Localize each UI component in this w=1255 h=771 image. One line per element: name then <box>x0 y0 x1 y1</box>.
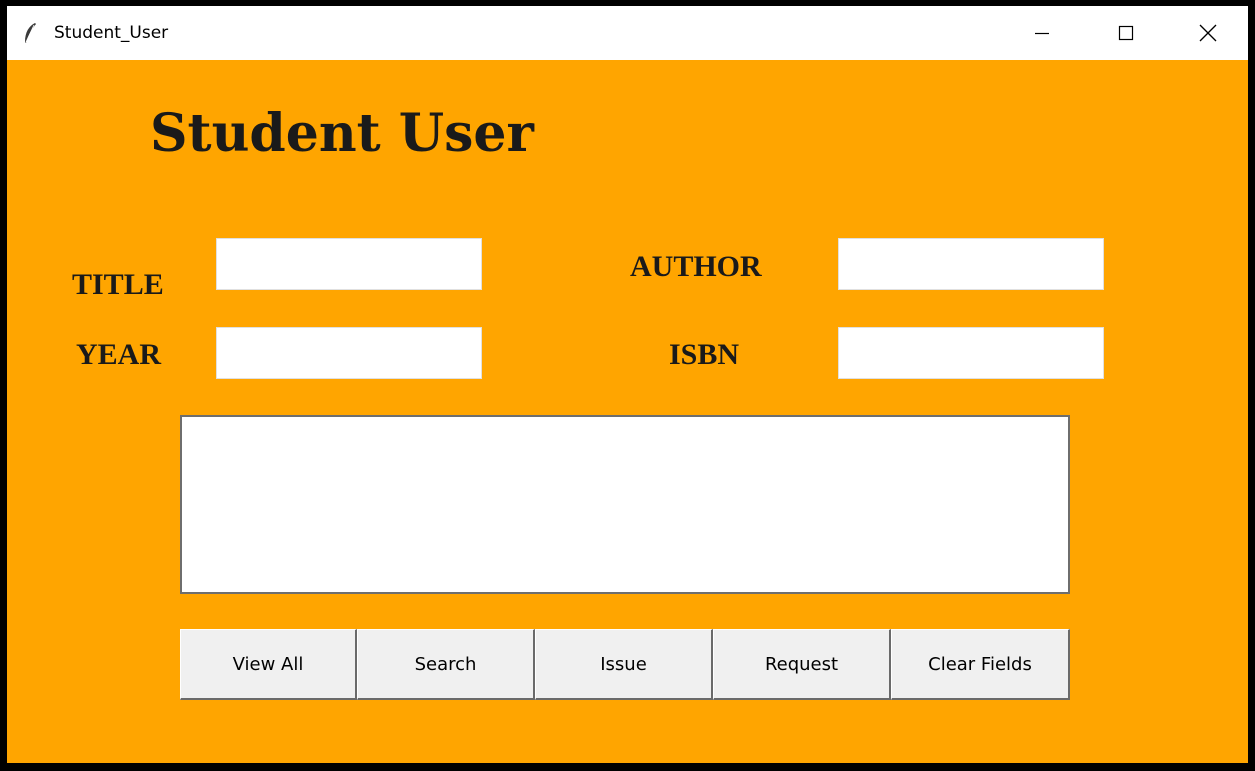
close-button[interactable] <box>1185 6 1231 60</box>
isbn-input[interactable] <box>838 327 1104 379</box>
isbn-label: ISBN <box>669 338 740 371</box>
minimize-icon <box>1034 25 1050 41</box>
search-button[interactable]: Search <box>357 629 535 700</box>
title-label: TITLE <box>72 268 164 301</box>
year-label: YEAR <box>76 338 162 371</box>
title-input[interactable] <box>216 238 482 290</box>
results-listbox[interactable] <box>180 415 1070 594</box>
button-row: View All Search Issue Request Clear Fiel… <box>180 629 1070 700</box>
feather-icon <box>23 22 37 44</box>
view-all-button[interactable]: View All <box>180 629 357 700</box>
year-input[interactable] <box>216 327 482 379</box>
app-window: Student_User Student User TITLE AUTHOR Y… <box>7 6 1248 763</box>
window-title: Student_User <box>54 23 169 43</box>
maximize-button[interactable] <box>1103 6 1149 60</box>
author-label: AUTHOR <box>630 250 762 283</box>
minimize-button[interactable] <box>1019 6 1065 60</box>
title-bar[interactable]: Student_User <box>7 6 1248 60</box>
close-icon <box>1199 24 1217 42</box>
clear-fields-button[interactable]: Clear Fields <box>891 629 1070 700</box>
maximize-icon <box>1118 25 1134 41</box>
issue-button[interactable]: Issue <box>535 629 713 700</box>
request-button[interactable]: Request <box>713 629 891 700</box>
author-input[interactable] <box>838 238 1104 290</box>
page-title: Student User <box>150 103 534 164</box>
